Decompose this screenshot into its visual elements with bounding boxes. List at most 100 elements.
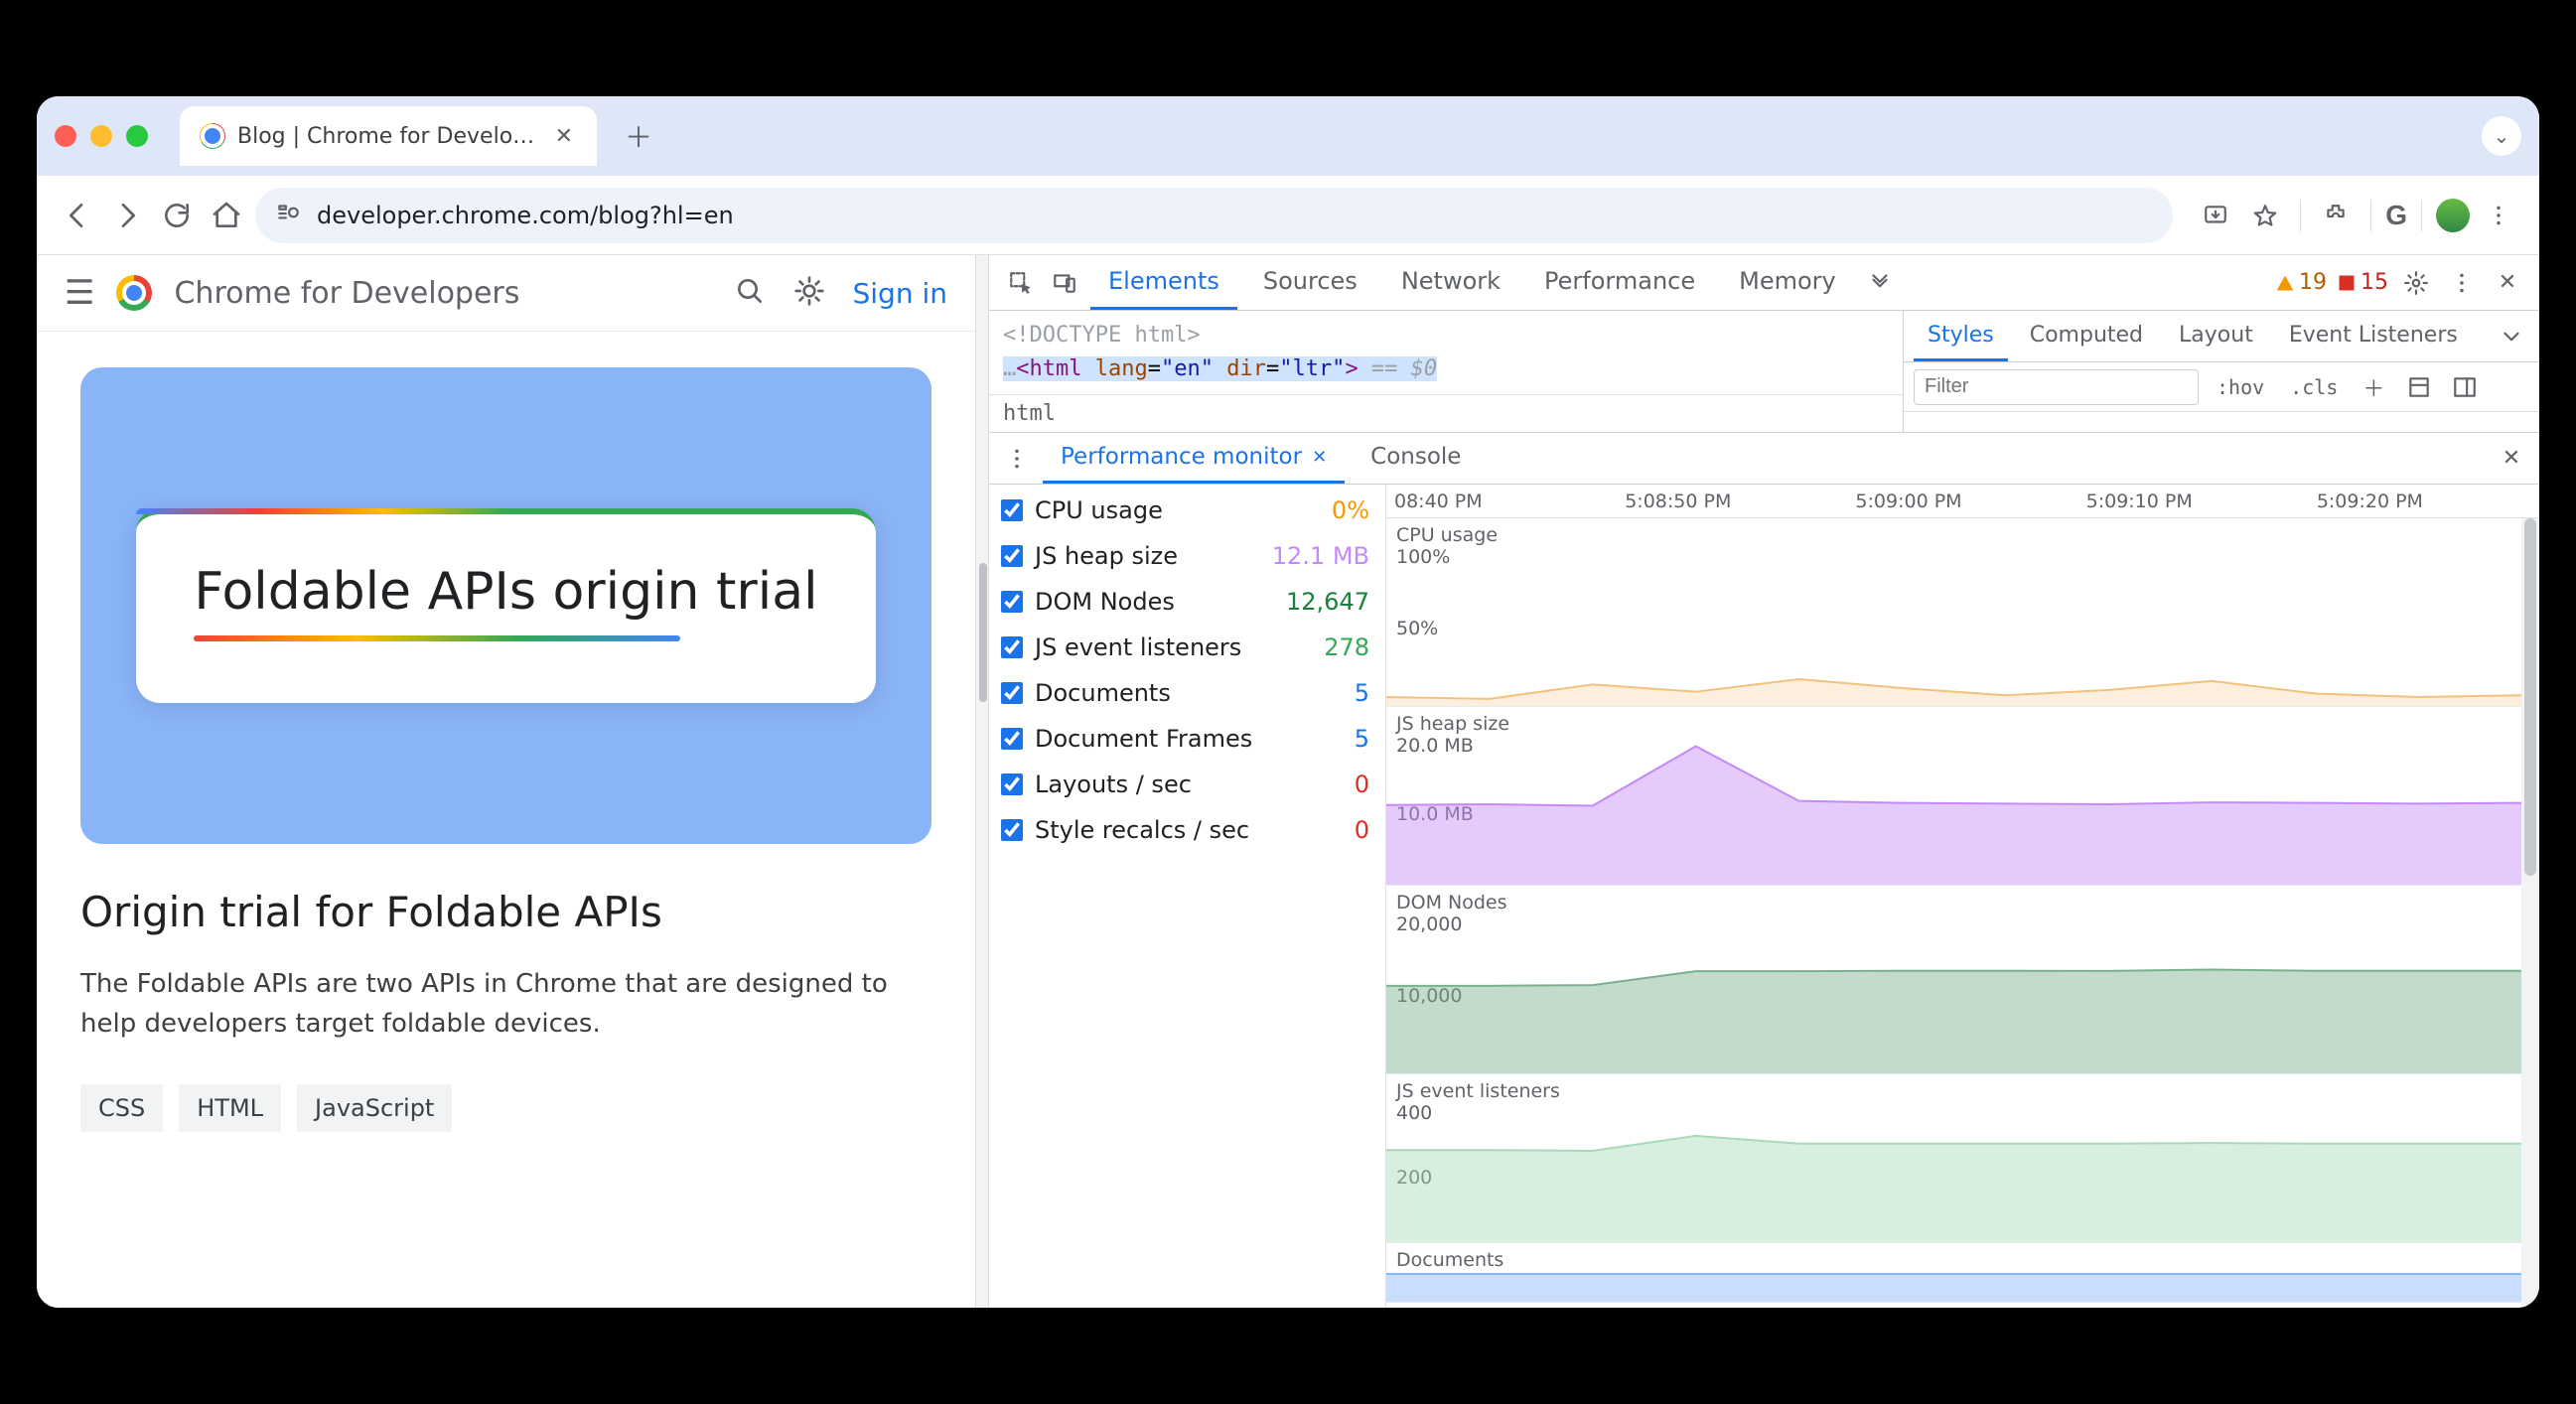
metric-checkbox[interactable] [1001,545,1023,567]
forward-button[interactable] [106,195,148,236]
metric-checkbox[interactable] [1001,728,1023,750]
back-button[interactable] [57,195,98,236]
metric-row[interactable]: Style recalcs / sec0 [1001,816,1369,844]
article-title: Origin trial for Foldable APIs [80,888,931,936]
timeline-tick: 5:08:50 PM [1617,485,1847,517]
close-drawer-icon[interactable]: ✕ [2494,441,2529,477]
tab-dropdown-button[interactable]: ⌄ [2482,116,2521,156]
devtools-settings-icon[interactable] [2398,265,2434,301]
timeline-tick: 5:09:00 PM [1847,485,2077,517]
theme-toggle-icon[interactable] [793,275,825,311]
inspect-element-icon[interactable] [1003,265,1039,301]
errors-count[interactable]: 15 [2337,270,2388,295]
dom-tree-pane[interactable]: <!DOCTYPE html> …<html lang="en" dir="lt… [989,311,1904,432]
tab-computed[interactable]: Computed [2016,311,2157,361]
site-info-icon[interactable] [275,200,301,231]
tab-memory[interactable]: Memory [1721,255,1854,310]
devtools-main-tabs: Elements Sources Network Performance Mem… [989,255,2539,311]
tab-sources[interactable]: Sources [1245,255,1375,310]
article-hero: Foldable APIs origin trial [80,367,931,844]
metric-row[interactable]: DOM Nodes12,647 [1001,588,1369,616]
browser-window: Blog | Chrome for Developer ✕ ＋ ⌄ develo… [37,96,2539,1308]
reload-button[interactable] [156,195,198,236]
hero-title: Foldable APIs origin trial [194,562,817,622]
tab-performance[interactable]: Performance [1526,255,1713,310]
article: Foldable APIs origin trial Origin trial … [37,332,975,1168]
metric-checkbox[interactable] [1001,773,1023,795]
metrics-list: CPU usage0% JS heap size12.1 MB DOM Nodes1… [989,485,1386,1308]
tab-performance-monitor[interactable]: Performance monitor ✕ [1043,433,1345,484]
maximize-window-button[interactable] [126,125,148,147]
devtools-splitter[interactable] [975,255,989,1308]
toggle-sidebar-icon[interactable] [2447,369,2483,405]
metric-row[interactable]: JS heap size12.1 MB [1001,542,1369,570]
search-icon[interactable] [734,275,766,311]
tag-chip[interactable]: JavaScript [297,1084,452,1132]
dom-code[interactable]: <!DOCTYPE html> …<html lang="en" dir="lt… [989,311,1903,394]
hamburger-menu-icon[interactable]: ☰ [65,273,94,313]
metric-checkbox[interactable] [1001,636,1023,658]
performance-monitor-body: CPU usage0% JS heap size12.1 MB DOM Nodes1… [989,485,2539,1308]
close-window-button[interactable] [55,125,76,147]
tab-console[interactable]: Console [1353,433,1479,484]
perf-chart: JS event listeners400200 [1386,1074,2521,1243]
url-text: developer.chrome.com/blog?hl=en [317,202,734,229]
hov-toggle[interactable]: :hov [2209,371,2272,403]
drawer-more-icon[interactable] [999,441,1035,477]
tab-event-listeners[interactable]: Event Listeners [2275,311,2472,361]
perf-chart: JS heap size20.0 MB10.0 MB [1386,707,2521,886]
google-account-icon[interactable]: G [2385,200,2407,231]
browser-tab[interactable]: Blog | Chrome for Developer ✕ [180,106,597,166]
devtools-more-icon[interactable] [2444,265,2480,301]
tab-layout[interactable]: Layout [2165,311,2267,361]
new-style-rule-icon[interactable]: ＋ [2356,369,2391,405]
window-controls [55,125,148,147]
metric-checkbox[interactable] [1001,819,1023,841]
close-tab-button[interactable]: ✕ [551,120,577,153]
page-header-actions: Sign in [734,275,948,311]
metric-name: CPU usage [1035,496,1320,524]
metric-name: Documents [1035,679,1343,707]
metric-row[interactable]: CPU usage0% [1001,496,1369,524]
computed-styles-icon[interactable] [2401,369,2437,405]
dom-breadcrumb[interactable]: html [989,394,1903,432]
metric-checkbox[interactable] [1001,499,1023,521]
metric-row[interactable]: Layouts / sec0 [1001,771,1369,798]
chrome-logo-icon [116,275,152,311]
home-button[interactable] [206,195,247,236]
tag-chip[interactable]: HTML [179,1084,281,1132]
drawer-tabs: Performance monitor ✕ Console ✕ [989,433,2539,485]
tab-strip: Blog | Chrome for Developer ✕ ＋ ⌄ [37,96,2539,176]
perf-chart: DOM Nodes20,00010,000 [1386,886,2521,1074]
content-area: ☰ Chrome for Developers Sign in Foldabl [37,255,2539,1308]
close-drawer-tab-icon[interactable]: ✕ [1312,447,1327,468]
more-tabs-icon[interactable] [1862,265,1898,301]
profile-avatar[interactable] [2436,199,2470,232]
warnings-count[interactable]: 19 [2275,270,2327,295]
metric-row[interactable]: Document Frames5 [1001,725,1369,753]
metric-checkbox[interactable] [1001,591,1023,613]
install-app-icon[interactable] [2195,195,2236,236]
device-toolbar-icon[interactable] [1047,265,1082,301]
minimize-window-button[interactable] [90,125,112,147]
metric-checkbox[interactable] [1001,682,1023,704]
tag-chip[interactable]: CSS [80,1084,163,1132]
devtools-close-icon[interactable]: ✕ [2490,265,2525,301]
metric-row[interactable]: JS event listeners278 [1001,633,1369,661]
perf-chart: CPU usage100%50% [1386,518,2521,707]
address-bar[interactable]: developer.chrome.com/blog?hl=en [255,188,2173,243]
extensions-icon[interactable] [2315,195,2357,236]
new-tab-button[interactable]: ＋ [611,108,666,164]
tab-elements[interactable]: Elements [1090,255,1237,310]
styles-filter-input[interactable] [1914,369,2199,405]
metric-value: 12.1 MB [1272,542,1369,570]
sign-in-link[interactable]: Sign in [853,277,948,310]
cls-toggle[interactable]: .cls [2282,371,2346,403]
bookmark-star-icon[interactable] [2244,195,2286,236]
styles-more-tabs-icon[interactable] [2494,319,2529,354]
metric-row[interactable]: Documents5 [1001,679,1369,707]
tab-styles[interactable]: Styles [1914,311,2008,361]
tab-network[interactable]: Network [1383,255,1518,310]
chrome-menu-button[interactable] [2478,195,2519,236]
charts-scrollbar[interactable] [2521,518,2539,1308]
